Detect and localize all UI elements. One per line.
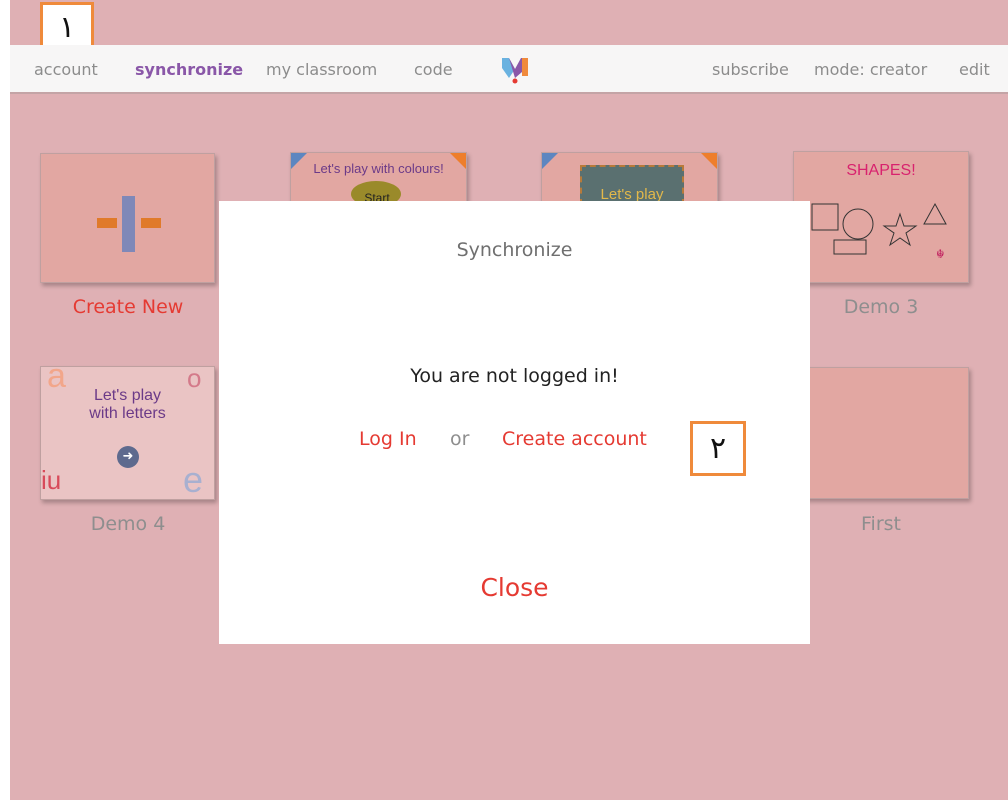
annotation-marker-2: ٢ bbox=[690, 421, 746, 476]
project-tile-demo-4[interactable]: a o iu e Let's play with letters ➜ bbox=[40, 366, 215, 500]
thumbnail-title: Let's play bbox=[600, 186, 664, 202]
project-tile-colours[interactable]: Let's play with colours! Start bbox=[290, 152, 467, 202]
shapes-icon: ☬ bbox=[811, 202, 947, 261]
nav-mode[interactable]: mode: creator bbox=[814, 60, 927, 79]
demo-3-label[interactable]: Demo 3 bbox=[793, 296, 969, 318]
create-account-link[interactable]: Create account bbox=[502, 428, 647, 450]
letter-e: e bbox=[183, 459, 204, 500]
arrow-right-icon: ➜ bbox=[117, 446, 139, 468]
annotation-number: ١ bbox=[58, 10, 76, 45]
nav-synchronize[interactable]: synchronize bbox=[135, 60, 243, 79]
create-new-tile[interactable] bbox=[40, 153, 215, 283]
letters-iu: iu bbox=[41, 465, 62, 495]
svg-text:☬: ☬ bbox=[936, 247, 945, 261]
annotation-number: ٢ bbox=[709, 431, 727, 466]
nav-subscribe[interactable]: subscribe bbox=[712, 60, 789, 79]
corner-ribbon-icon bbox=[701, 153, 717, 169]
create-new-label[interactable]: Create New bbox=[40, 296, 216, 318]
nav-code[interactable]: code bbox=[414, 60, 453, 79]
thumbnail-title-line-1: Let's play bbox=[93, 387, 162, 404]
demo-4-label[interactable]: Demo 4 bbox=[40, 513, 216, 535]
nav-account[interactable]: account bbox=[34, 60, 98, 79]
project-tile-first[interactable] bbox=[793, 367, 969, 499]
app-logo-icon[interactable] bbox=[502, 56, 528, 84]
thumbnail-title: Let's play with colours! bbox=[313, 161, 444, 176]
or-separator: or bbox=[450, 428, 470, 450]
close-button[interactable]: Close bbox=[219, 573, 810, 602]
corner-ribbon-icon bbox=[542, 153, 558, 169]
login-link[interactable]: Log In bbox=[359, 428, 417, 450]
not-logged-in-message: You are not logged in! bbox=[410, 365, 619, 387]
project-tile-demo-3[interactable]: SHAPES! ☬ bbox=[793, 151, 969, 283]
nav-my-classroom[interactable]: my classroom bbox=[266, 60, 377, 79]
dialog-title: Synchronize bbox=[456, 239, 573, 261]
project-tile-chalkboard[interactable]: Let's play bbox=[541, 152, 718, 202]
nav-edit[interactable]: edit bbox=[959, 60, 990, 79]
thumbnail-title-line-2: with letters bbox=[89, 405, 166, 422]
first-label[interactable]: First bbox=[793, 513, 969, 535]
plus-icon bbox=[97, 196, 161, 252]
